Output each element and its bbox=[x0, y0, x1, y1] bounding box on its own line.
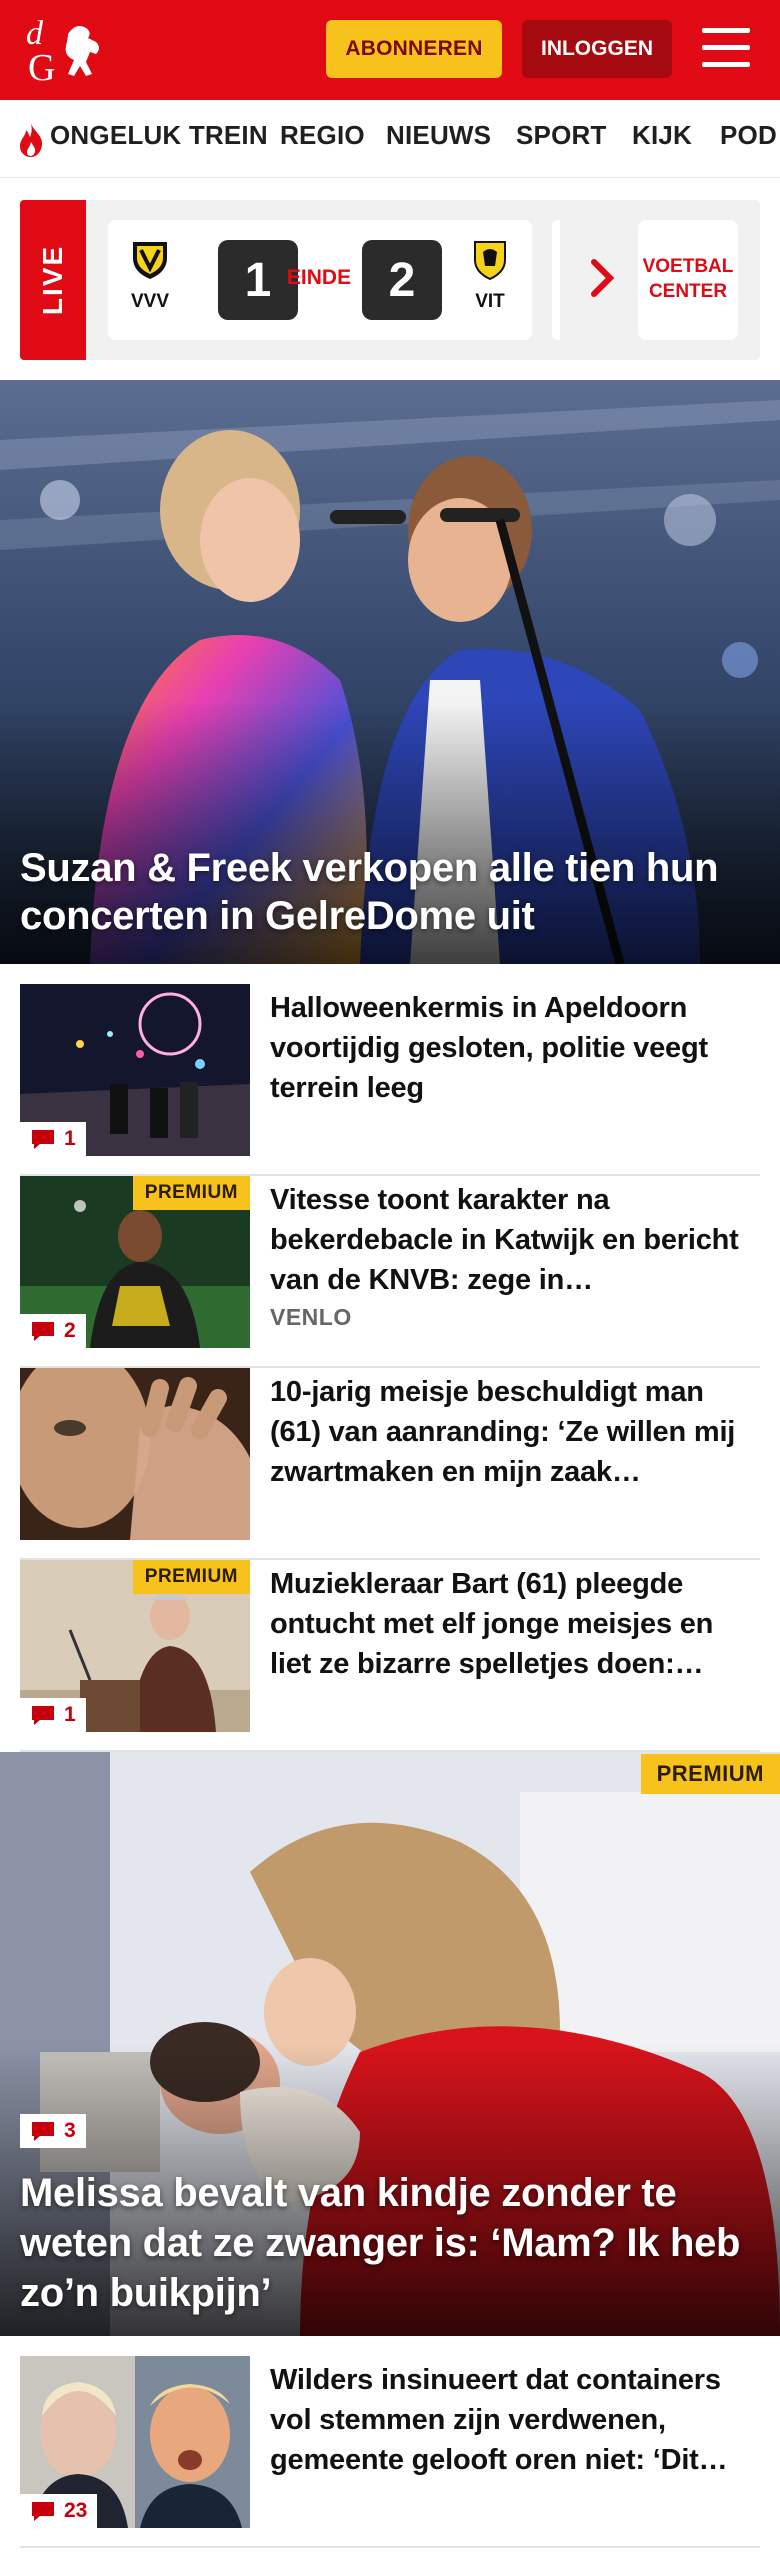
dg-logo-icon[interactable]: d G bbox=[24, 14, 116, 86]
comment-count: 3 bbox=[20, 2114, 86, 2148]
comment-icon bbox=[32, 1322, 54, 1341]
comment-icon bbox=[32, 1130, 54, 1149]
article-title[interactable]: 10-jarig meisje beschuldigt man (61) van… bbox=[270, 1372, 754, 1492]
hero-title[interactable]: Suzan & Freek verkopen alle tien hun con… bbox=[20, 844, 760, 940]
login-button[interactable]: INLOGGEN bbox=[522, 20, 672, 78]
nav-item-pod[interactable]: POD bbox=[720, 120, 777, 151]
nav-item-regio[interactable]: REGIO bbox=[280, 120, 365, 151]
article-title[interactable]: Vitesse toont karakter na bekerdebacle i… bbox=[270, 1180, 754, 1300]
nav-item-ongeluk-trein[interactable]: ONGELUK TREIN bbox=[50, 120, 268, 151]
list-item[interactable]: PREMIUM 1 Muziekleraar Bart (61) pleegde… bbox=[20, 1560, 760, 1752]
svg-text:G: G bbox=[28, 47, 55, 86]
menu-icon[interactable] bbox=[700, 24, 752, 72]
article-thumbnail: 23 bbox=[20, 2356, 250, 2528]
comment-count: 1 bbox=[20, 1698, 86, 1732]
site-header: d G ABONNEREN INLOGGEN bbox=[0, 0, 780, 100]
article-thumbnail: 1 bbox=[20, 984, 250, 1156]
list-item[interactable]: 23 Wilders insinueert dat containers vol… bbox=[20, 2356, 760, 2548]
nav-item-kijk[interactable]: KIJK bbox=[632, 120, 692, 151]
article-title[interactable]: Muziekleraar Bart (61) pleegde ontucht m… bbox=[270, 1564, 754, 1684]
comment-icon bbox=[32, 2502, 54, 2521]
comment-icon bbox=[32, 2122, 54, 2141]
live-score-widget: LIVE VVV 1 EINDE 2 VIT VOETBAL CENTER bbox=[20, 200, 760, 360]
premium-badge: PREMIUM bbox=[132, 1560, 250, 1594]
match-card[interactable]: VVV 1 EINDE 2 VIT bbox=[108, 220, 532, 340]
comment-icon bbox=[32, 1706, 54, 1725]
match-status: EINDE bbox=[286, 266, 352, 289]
away-score: 2 bbox=[362, 240, 442, 320]
chevron-right-icon[interactable] bbox=[588, 256, 618, 300]
nav-item-sport[interactable]: SPORT bbox=[516, 120, 607, 151]
subscribe-button[interactable]: ABONNEREN bbox=[326, 20, 502, 78]
article-thumbnail: PREMIUM 2 bbox=[20, 1176, 250, 1348]
comment-count: 1 bbox=[20, 1122, 86, 1156]
flame-icon bbox=[20, 123, 43, 157]
home-team-name: VVV bbox=[130, 291, 170, 312]
main-navigation: ONGELUK TREIN REGIO NIEUWS SPORT KIJK PO… bbox=[0, 100, 780, 178]
away-team: VIT bbox=[460, 238, 520, 313]
list-item[interactable]: 1 Halloweenkermis in Apeldoorn voortijdi… bbox=[20, 984, 760, 1176]
article-title[interactable]: Halloweenkermis in Apeldoorn voortijdig … bbox=[270, 988, 754, 1108]
comment-count: 23 bbox=[20, 2494, 98, 2528]
vitesse-crest-icon bbox=[474, 241, 506, 281]
vvv-crest-icon bbox=[133, 242, 167, 279]
away-team-name: VIT bbox=[475, 291, 505, 312]
featured-title[interactable]: Melissa bevalt van kindje zonder te wete… bbox=[20, 2168, 760, 2318]
article-title[interactable]: Wilders insinueert dat containers vol st… bbox=[270, 2360, 754, 2480]
home-team: VVV bbox=[120, 238, 180, 313]
premium-badge: PREMIUM bbox=[132, 1176, 250, 1210]
voetbal-center-button[interactable]: VOETBAL CENTER bbox=[638, 220, 738, 340]
next-match-card-edge[interactable] bbox=[552, 220, 560, 340]
premium-badge: PREMIUM bbox=[640, 1754, 780, 1794]
article-thumbnail bbox=[20, 1368, 250, 1540]
hero-article[interactable]: Suzan & Freek verkopen alle tien hun con… bbox=[0, 380, 780, 964]
comment-count: 2 bbox=[20, 1314, 86, 1348]
live-label: LIVE bbox=[20, 200, 86, 360]
nav-item-nieuws[interactable]: NIEUWS bbox=[386, 120, 491, 151]
list-item[interactable]: 10-jarig meisje beschuldigt man (61) van… bbox=[20, 1368, 760, 1560]
featured-article[interactable]: PREMIUM 3 Melissa bevalt van kindje zond… bbox=[0, 1752, 780, 2336]
list-item[interactable]: PREMIUM 2 Vitesse toont karakter na beke… bbox=[20, 1176, 760, 1368]
article-tag[interactable]: VENLO bbox=[270, 1304, 352, 1331]
article-thumbnail: PREMIUM 1 bbox=[20, 1560, 250, 1732]
